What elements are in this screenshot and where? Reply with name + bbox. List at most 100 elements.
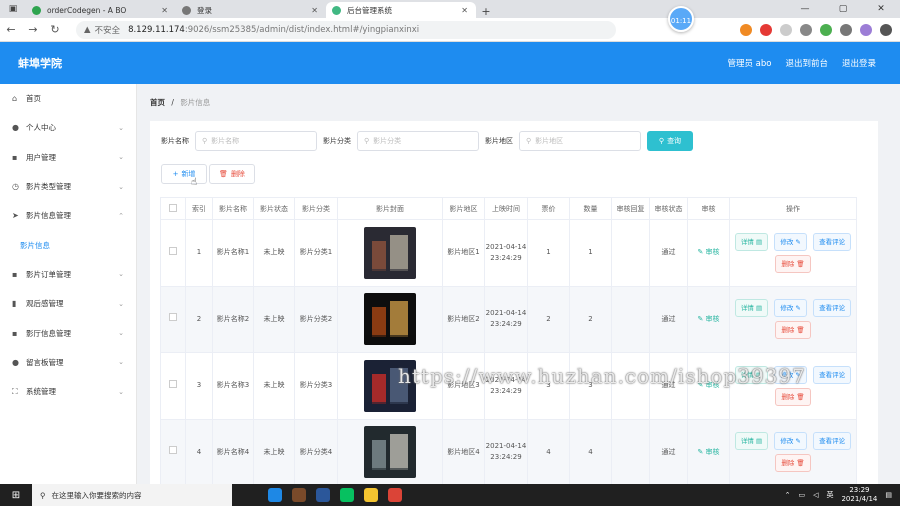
query-button[interactable]: ⚲ 查询 (647, 131, 693, 151)
new-tab-button[interactable]: + (476, 5, 496, 18)
view-comments-button[interactable]: 查看评论 (813, 432, 852, 451)
extension-icon[interactable] (820, 23, 832, 36)
delete-button[interactable]: 删除 🗑 (775, 321, 811, 340)
select-all-checkbox[interactable] (169, 203, 177, 212)
row-select-cell (160, 352, 186, 420)
column-header: 影片地区 (442, 197, 485, 220)
batch-delete-button[interactable]: 🗑 删除 (209, 164, 255, 184)
sidebar-item[interactable]: ◷ 影片类型管理 ⌄ (0, 172, 136, 201)
delete-label: 删除 (781, 326, 795, 335)
browser-tab[interactable]: orderCodegen - A BO ✕ (26, 2, 176, 18)
row-checkbox[interactable] (169, 313, 177, 322)
taskbar-clock[interactable]: 23:29 2021/4/14 (841, 486, 877, 504)
edit-button[interactable]: 修改 ✎ (774, 299, 807, 318)
sidebar-item[interactable]: ▮ 观后感管理 ⌄ (0, 289, 136, 318)
delete-button[interactable]: 删除 🗑 (775, 387, 811, 406)
users-icon: ▪ (12, 152, 18, 162)
column-header: 影片状态 (253, 197, 295, 220)
cell-movie-category: 影片分类3 (294, 352, 338, 420)
search-input-region[interactable]: ⚲ 影片地区 (519, 131, 641, 151)
window-menu-icon[interactable]: ▣ (0, 0, 26, 18)
sidebar-item[interactable]: ⌂ 首页 (0, 84, 136, 113)
browser-tab[interactable]: 登录 ✕ (176, 2, 326, 18)
network-icon[interactable]: ▭ (798, 491, 805, 499)
search-input-name[interactable]: ⚲ 影片名称 (195, 131, 317, 151)
sidebar-item[interactable]: ➤ 影片信息管理 ⌃ (0, 201, 136, 230)
search-form: 影片名称 ⚲ 影片名称 影片分类 ⚲ 影片分类 影片地区 ⚲ 影片地区 ⚲ 查询 (161, 131, 693, 151)
security-label: 不安全 (94, 25, 121, 36)
sidebar-item[interactable]: ⛶ 系统管理 ⌄ (0, 377, 136, 406)
cell-release-time: 2021-04-14 23:24:29 (484, 285, 528, 353)
detail-button[interactable]: 详情 ▤ (734, 432, 769, 451)
tray-arrow-icon[interactable]: ⌃ (785, 491, 791, 499)
row-checkbox[interactable] (169, 246, 177, 255)
query-label: 查询 (667, 137, 682, 145)
close-tab-icon[interactable]: ✕ (161, 6, 168, 15)
sidebar-subitem[interactable]: 影片信息 (0, 230, 136, 259)
delete-button[interactable]: 删除 🗑 (775, 454, 811, 473)
extension-icon[interactable] (780, 23, 792, 36)
close-tab-icon[interactable]: ✕ (461, 6, 468, 15)
notification-icon[interactable]: ▤ (885, 491, 892, 499)
admin-user-link[interactable]: 管理员 abo (727, 57, 771, 69)
edit-button[interactable]: 修改 ✎ (774, 432, 807, 451)
extension-icon[interactable] (800, 23, 812, 36)
logout-link[interactable]: 退出登录 (842, 57, 876, 69)
maximize-icon[interactable]: ▢ (824, 0, 862, 18)
ime-icon[interactable]: 英 (826, 490, 833, 500)
close-window-icon[interactable]: ✕ (862, 0, 900, 18)
word-icon[interactable] (316, 488, 330, 502)
favorites-icon[interactable] (840, 23, 852, 36)
chrome-icon[interactable] (388, 488, 402, 502)
row-checkbox[interactable] (169, 446, 177, 455)
edit-button[interactable]: 修改 ✎ (774, 232, 807, 251)
minimize-icon[interactable]: — (786, 0, 824, 18)
row-checkbox[interactable] (169, 379, 177, 388)
sidebar-item[interactable]: ● 个人中心 ⌄ (0, 113, 136, 142)
column-header: 影片封面 (337, 197, 443, 220)
sidebar-item-label: 首页 (26, 94, 41, 104)
app-icon[interactable] (292, 488, 306, 502)
delete-label: 删除 (781, 259, 795, 268)
view-comments-button[interactable]: 查看评论 (813, 365, 852, 384)
file-explorer-icon[interactable] (364, 488, 378, 502)
profile-avatar[interactable] (860, 23, 872, 36)
sidebar-item[interactable]: ▪ 影片订单管理 ⌄ (0, 260, 136, 289)
exit-to-front-link[interactable]: 退出到前台 (785, 57, 828, 69)
view-comments-button[interactable]: 查看评论 (813, 299, 852, 318)
add-button[interactable]: + 新增 (161, 164, 207, 184)
delete-button[interactable]: 删除 🗑 (775, 254, 811, 273)
detail-button[interactable]: 详情 ▤ (734, 232, 769, 251)
sidebar-item[interactable]: ▪ 用户管理 ⌄ (0, 143, 136, 172)
reload-icon[interactable]: ↻ (44, 23, 66, 36)
audit-link[interactable]: ✎ 审核 (697, 315, 719, 323)
audit-link[interactable]: ✎ 审核 (697, 248, 719, 256)
edge-icon[interactable] (268, 488, 282, 502)
taskbar-search-input[interactable]: ⚲ 在这里输入你要搜索的内容 (32, 484, 232, 506)
detail-button[interactable]: 详情 ▤ (734, 365, 769, 384)
breadcrumb-home[interactable]: 首页 (150, 98, 165, 107)
wechat-icon[interactable] (340, 488, 354, 502)
audit-link[interactable]: ✎ 审核 (697, 448, 719, 456)
extension-icon[interactable] (740, 23, 752, 36)
more-icon[interactable] (880, 23, 892, 36)
detail-button[interactable]: 详情 ▤ (734, 299, 769, 318)
audit-link[interactable]: ✎ 审核 (697, 381, 719, 389)
sidebar-item[interactable]: ▪ 影厅信息管理 ⌄ (0, 318, 136, 347)
edit-button[interactable]: 修改 ✎ (774, 365, 807, 384)
forward-icon[interactable]: → (22, 23, 44, 36)
volume-icon[interactable]: ◁ (813, 491, 818, 499)
cell-price: 1 (527, 219, 570, 287)
cell-audit: ✎ 审核 (687, 352, 730, 420)
windows-start-icon[interactable]: ⊞ (0, 490, 32, 501)
close-tab-icon[interactable]: ✕ (311, 6, 318, 15)
browser-tab[interactable]: 后台管理系统 ✕ (326, 2, 476, 18)
back-icon[interactable]: ← (0, 23, 22, 36)
sidebar-item[interactable]: ● 留言板管理 ⌄ (0, 348, 136, 377)
pin-icon: ● (12, 357, 19, 367)
column-header: 数量 (569, 197, 612, 220)
url-input[interactable]: ▲ 不安全 8.129.11.174 :9026/ssm25385/admin/… (76, 20, 616, 39)
view-comments-button[interactable]: 查看评论 (813, 232, 852, 251)
extension-icon[interactable] (760, 23, 772, 36)
search-input-category[interactable]: ⚲ 影片分类 (357, 131, 479, 151)
